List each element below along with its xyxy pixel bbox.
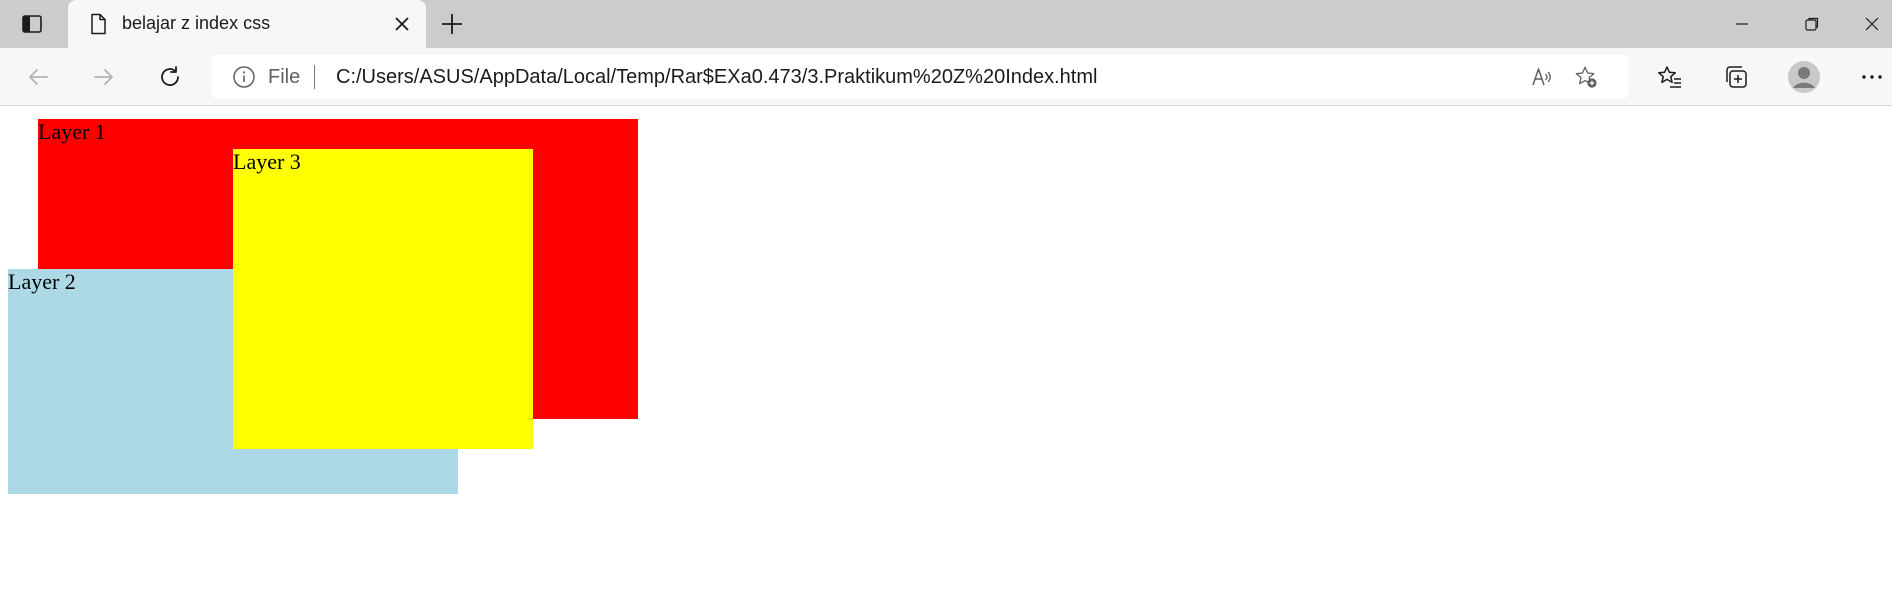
- back-button[interactable]: [20, 59, 56, 95]
- active-tab[interactable]: belajar z index css: [68, 0, 426, 48]
- restore-icon: [1805, 17, 1819, 31]
- close-tab-button[interactable]: [390, 12, 414, 36]
- url-input[interactable]: [336, 63, 1376, 91]
- close-icon: [395, 17, 409, 31]
- profile-button[interactable]: [1786, 59, 1822, 95]
- tab-strip: belajar z index css: [0, 0, 1892, 48]
- profile-icon: [1788, 61, 1820, 93]
- navigation-bar: File: [0, 48, 1892, 106]
- collections-icon: [1726, 66, 1747, 88]
- tab-actions-icon: [22, 15, 42, 33]
- address-separator: [314, 65, 315, 89]
- tab-title: belajar z index css: [122, 13, 271, 33]
- favorites-icon: [1658, 66, 1681, 88]
- back-arrow-icon: [29, 69, 48, 85]
- page-icon: [86, 12, 110, 36]
- star-plus-icon: [1575, 66, 1597, 88]
- forward-button[interactable]: [86, 59, 122, 95]
- restore-button[interactable]: [1782, 0, 1842, 48]
- tab-actions-button[interactable]: [0, 0, 64, 48]
- page-viewport: Layer 1 Layer 2 Layer 3: [0, 107, 1892, 605]
- close-icon: [1865, 17, 1879, 31]
- address-bar: File: [212, 55, 1628, 99]
- minimize-icon: [1736, 23, 1748, 25]
- layer-3-label: Layer 3: [233, 149, 301, 174]
- add-favorite-button[interactable]: [1574, 65, 1598, 89]
- info-icon: [233, 66, 255, 88]
- layer-3-box: Layer 3: [233, 149, 533, 449]
- site-info-button[interactable]: File: [232, 65, 300, 89]
- minimize-button[interactable]: [1712, 0, 1772, 48]
- layer-1-label: Layer 1: [38, 119, 106, 144]
- site-info-label: File: [268, 65, 301, 88]
- layer-2-label: Layer 2: [8, 269, 76, 294]
- settings-menu-button[interactable]: [1854, 59, 1890, 95]
- plus-icon: [442, 14, 462, 34]
- favorites-button[interactable]: [1652, 59, 1688, 95]
- forward-arrow-icon: [94, 69, 113, 85]
- refresh-button[interactable]: [152, 59, 188, 95]
- read-aloud-button[interactable]: [1530, 65, 1554, 89]
- collections-button[interactable]: [1718, 59, 1754, 95]
- more-icon: [1862, 75, 1882, 79]
- read-aloud-icon: [1532, 68, 1551, 86]
- close-window-button[interactable]: [1852, 0, 1892, 48]
- new-tab-button[interactable]: [436, 8, 468, 40]
- refresh-icon: [161, 66, 179, 86]
